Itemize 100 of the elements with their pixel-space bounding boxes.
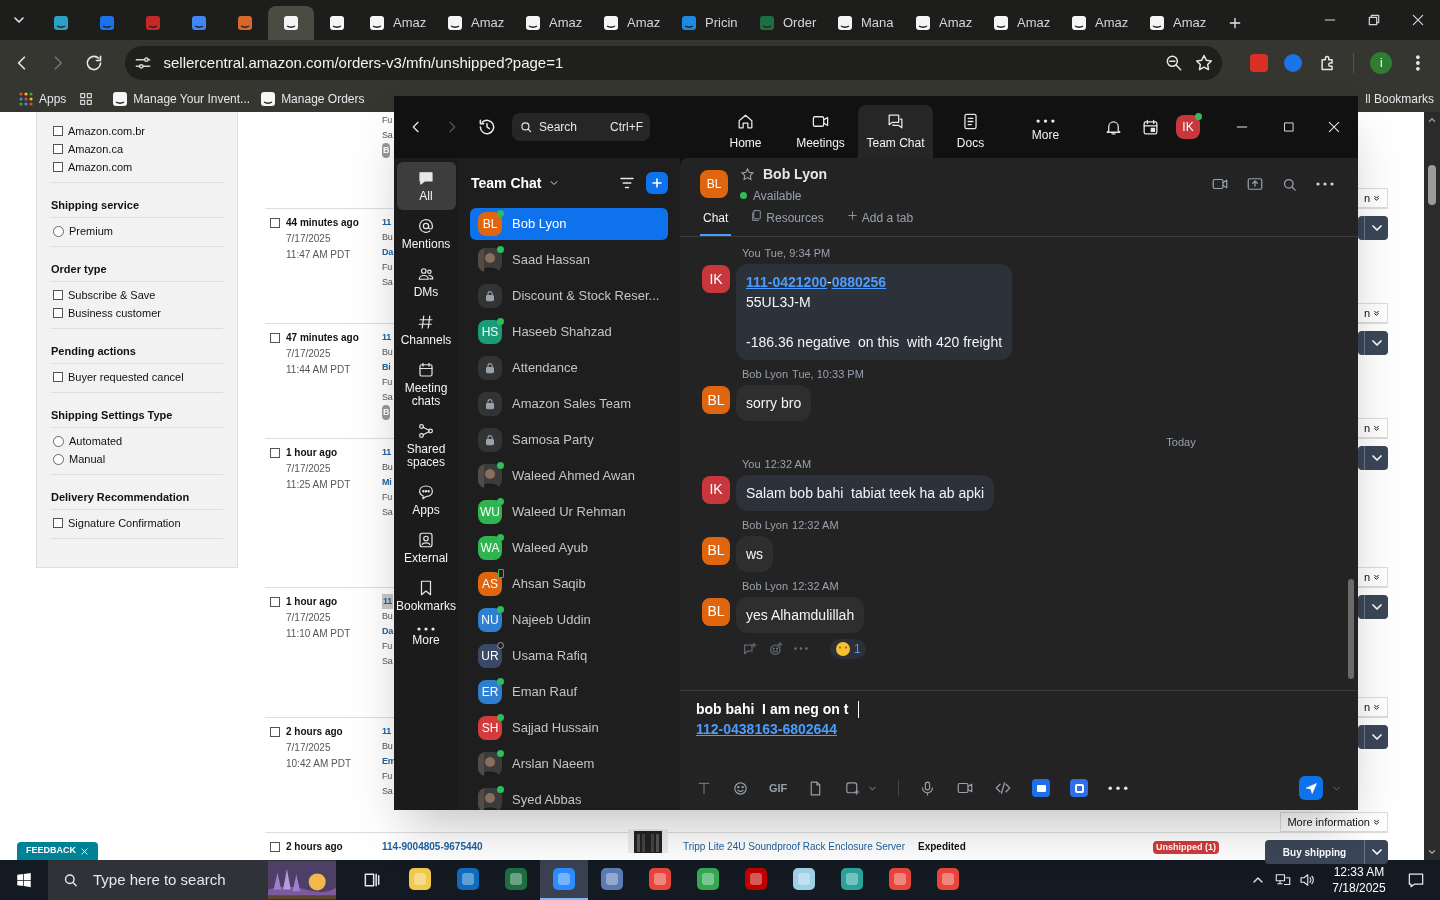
bookmark-item[interactable]: Manage Orders xyxy=(260,90,375,108)
draft-link[interactable]: 112-0438163-6802644 xyxy=(696,719,837,739)
more-icon[interactable] xyxy=(1316,182,1334,186)
contact-item[interactable]: Samosa Party xyxy=(470,424,668,456)
contact-item[interactable]: Saad Hassan xyxy=(470,244,668,276)
text-format-icon[interactable] xyxy=(696,780,712,796)
product-link[interactable]: Tripp Lite 24U Soundproof Rack Enclosure Server xyxy=(683,839,918,855)
checkbox[interactable] xyxy=(270,842,280,852)
checkbox[interactable] xyxy=(53,372,63,382)
chat-tab[interactable]: Resources xyxy=(747,209,827,236)
contact-item[interactable]: NU Najeeb Uddin xyxy=(470,604,668,636)
checkbox[interactable] xyxy=(270,333,280,343)
checkbox[interactable] xyxy=(53,518,63,528)
contact-item[interactable]: Syed Abbas xyxy=(470,784,668,810)
rail-item[interactable]: All xyxy=(396,162,456,210)
chat-tab[interactable]: Add a tab xyxy=(842,209,917,236)
dropdown-button[interactable] xyxy=(1358,331,1388,355)
address-bar[interactable]: sellercentral.amazon.com/orders-v3/mfn/unshipped?page=1 xyxy=(125,46,1222,80)
rail-item[interactable]: Apps xyxy=(396,476,456,524)
rail-item[interactable]: Bookmarks xyxy=(396,572,456,620)
bookmark-item[interactable]: Manage Your Invent... xyxy=(112,90,261,108)
more-info-link[interactable]: n xyxy=(1356,418,1388,438)
browser-tab[interactable]: Amaz xyxy=(594,6,672,40)
nav-tab[interactable]: Home xyxy=(708,105,783,158)
contact-item[interactable]: SH Sajjad Hussain xyxy=(470,712,668,744)
send-button[interactable] xyxy=(1299,776,1323,800)
contact-item[interactable]: ER Eman Rauf xyxy=(470,676,668,708)
checkbox[interactable] xyxy=(53,162,63,172)
screenshot-icon[interactable] xyxy=(844,779,862,797)
user-avatar[interactable]: IK xyxy=(1176,115,1200,139)
more-info-link[interactable]: More information xyxy=(1280,812,1388,832)
nav-tab[interactable]: Team Chat xyxy=(858,105,933,158)
radio-button[interactable] xyxy=(53,225,64,237)
chat-tab[interactable]: Chat xyxy=(700,209,732,236)
contact-item[interactable]: UR Usama Rafiq xyxy=(470,640,668,672)
scroll-down-icon[interactable] xyxy=(1427,847,1437,857)
search-field[interactable]: Search Ctrl+F xyxy=(512,113,650,141)
browser-tab[interactable]: Amaz xyxy=(438,6,516,40)
order-id-link[interactable]: 114-9004805-9675440 xyxy=(382,839,628,855)
buy-shipping-button[interactable]: Buy shipping xyxy=(1265,840,1388,864)
maximize-icon[interactable] xyxy=(1282,120,1296,134)
new-chat-button[interactable] xyxy=(646,172,668,194)
contact-item[interactable]: BL Bob Lyon xyxy=(470,208,668,240)
task-view-icon[interactable] xyxy=(362,870,382,890)
contact-item[interactable]: Amazon Sales Team xyxy=(470,388,668,420)
volume-icon[interactable] xyxy=(1298,871,1316,889)
extension-icon[interactable] xyxy=(1283,54,1302,72)
bookmark-star-icon[interactable] xyxy=(1193,53,1214,73)
dropdown-button[interactable] xyxy=(1358,725,1388,749)
checkbox[interactable] xyxy=(53,144,63,154)
browser-tab[interactable]: Mana xyxy=(828,6,906,40)
restore-icon[interactable] xyxy=(1366,12,1382,28)
start-icon[interactable] xyxy=(15,871,33,889)
message-field[interactable]: bob bahi I am neg on t 112-0438163-6802644 xyxy=(680,691,1358,768)
rail-item[interactable]: Channels xyxy=(396,306,456,354)
dropdown-button[interactable] xyxy=(1358,446,1388,470)
share-screen-icon[interactable] xyxy=(1246,175,1264,193)
more-icon[interactable] xyxy=(1108,785,1129,791)
code-icon[interactable] xyxy=(994,779,1013,797)
checkbox[interactable] xyxy=(53,308,63,318)
order-link[interactable]: 0880256 xyxy=(831,272,887,292)
all-bookmarks[interactable]: ll Bookmarks xyxy=(1365,90,1434,108)
grid-icon[interactable] xyxy=(78,91,95,107)
contact-item[interactable]: HS Haseeb Shahzad xyxy=(470,316,668,348)
rail-item[interactable]: Meeting chats xyxy=(396,354,456,415)
gif-button[interactable]: GIF xyxy=(769,779,788,797)
browser-tab[interactable]: Order xyxy=(750,6,828,40)
contact-item[interactable]: Waleed Ahmed Awan xyxy=(470,460,668,492)
star-icon[interactable] xyxy=(740,166,755,182)
dropdown-button[interactable] xyxy=(1358,216,1388,240)
browser-tab[interactable]: Pricin xyxy=(672,6,750,40)
rail-item[interactable]: More xyxy=(396,620,456,654)
browser-tab[interactable]: Amaz xyxy=(906,6,984,40)
contact-item[interactable]: WA Waleed Ayub xyxy=(470,532,668,564)
bookmark-item[interactable]: Apps xyxy=(18,90,77,108)
contact-item[interactable]: Discount & Stock Reser... xyxy=(470,280,668,312)
radio-button[interactable] xyxy=(53,435,64,447)
nav-tab[interactable]: Meetings xyxy=(783,105,858,158)
browser-tab[interactable]: Amaz xyxy=(360,6,438,40)
browser-tab[interactable]: Amaz xyxy=(1140,6,1218,40)
checkbox[interactable] xyxy=(270,727,280,737)
history-icon[interactable] xyxy=(477,117,497,137)
checkbox[interactable] xyxy=(270,597,280,607)
order-link[interactable]: 111-0421200 xyxy=(746,272,827,292)
browser-tab[interactable]: Amaz xyxy=(516,6,594,40)
reaction-chip[interactable]: 1 xyxy=(830,638,866,659)
rail-item[interactable]: External xyxy=(396,524,456,572)
radio-button[interactable] xyxy=(53,453,64,465)
profile-avatar[interactable]: i xyxy=(1370,52,1393,74)
emoji-icon[interactable] xyxy=(732,779,749,797)
reply-icon[interactable] xyxy=(742,640,758,657)
search-field[interactable]: Type here to search xyxy=(48,860,336,900)
nav-tab[interactable]: More xyxy=(1008,105,1083,158)
add-reaction-icon[interactable] xyxy=(768,640,784,657)
contact-item[interactable]: Attendance xyxy=(470,352,668,384)
more-info-link[interactable]: n xyxy=(1356,188,1388,208)
scrollbar-thumb[interactable] xyxy=(1428,165,1436,205)
checkbox[interactable] xyxy=(53,126,63,136)
checkbox[interactable] xyxy=(53,290,63,300)
extension-icon[interactable] xyxy=(1249,54,1268,72)
